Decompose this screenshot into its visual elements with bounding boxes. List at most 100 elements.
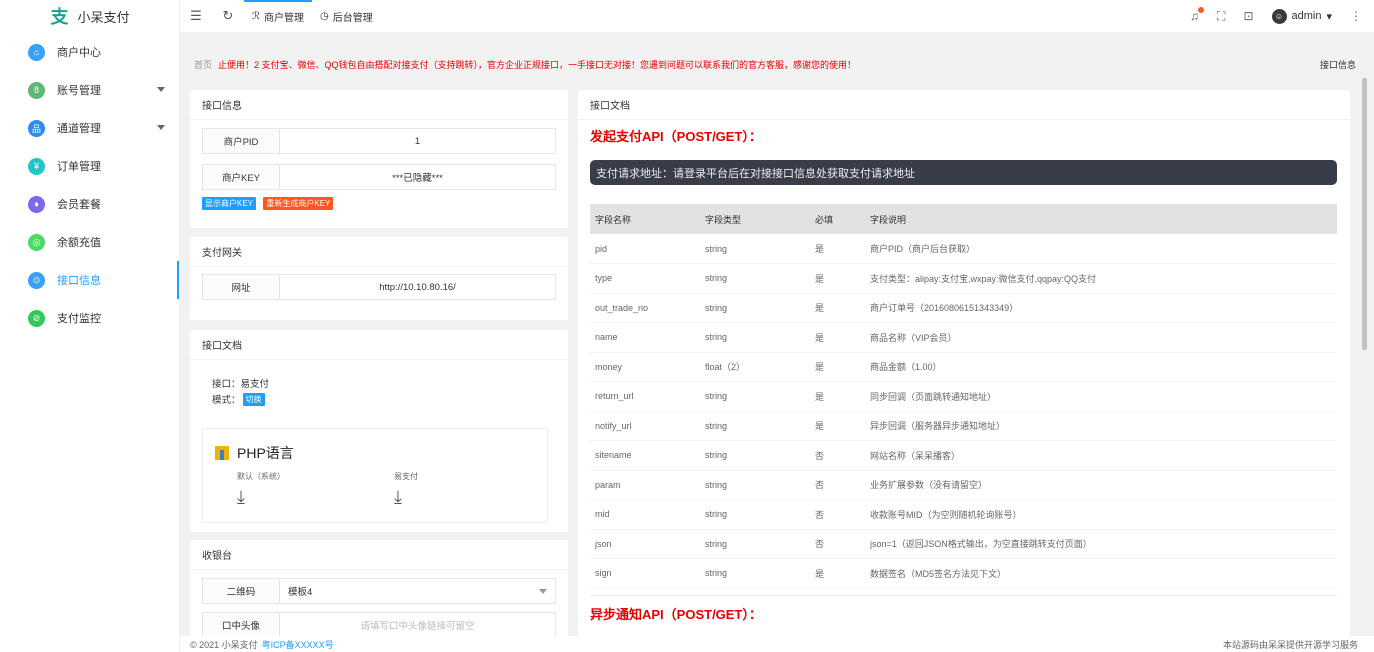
divider: [590, 595, 1337, 596]
gateway-title: 支付网关: [190, 237, 568, 267]
php-icon: [215, 446, 229, 460]
table-cell: 商品名称（VIP会员）: [865, 322, 1337, 353]
column-header: 字段说明: [865, 204, 1337, 234]
table-cell: 异步回调（服务器异步通知地址）: [865, 411, 1337, 441]
notification-dot: [1198, 7, 1205, 13]
sidebar-item-label: 商户中心: [57, 47, 101, 59]
gateway-url-value[interactable]: http://10.10.80.16/: [280, 275, 555, 299]
sidebar-item-2[interactable]: 品通道管理: [0, 109, 179, 147]
key-row: 商户KEY ***已隐藏***: [202, 164, 556, 190]
scrollbar-thumb[interactable]: [1362, 78, 1367, 350]
pid-value: 1: [414, 135, 421, 147]
logo[interactable]: 支 小呆支付: [0, 0, 179, 33]
table-row: mid string 否收款账号MID（为空则随机轮询账号）: [590, 499, 1337, 530]
monitor-icon: ⊘: [28, 309, 45, 327]
gateway-url-row: 网址 http://10.10.80.16/: [202, 274, 556, 300]
lock-icon[interactable]: ⊡: [1243, 9, 1253, 23]
table-cell: 是: [810, 263, 865, 294]
table-row: type string 是支付类型：alipay:支付宝,wxpay:微信支付,qq…: [590, 263, 1337, 294]
more-icon[interactable]: ⋮: [1350, 9, 1362, 23]
table-cell: 网站名称（呆呆播客）: [865, 440, 1337, 471]
topbar-actions: ♫ ⛶ ⊡ ☺ admin ▾ ⋮: [1190, 7, 1374, 24]
download-epay-icon[interactable]: ⤓: [394, 487, 402, 508]
sidebar-item-label: 支付监控: [57, 313, 101, 325]
table-cell: string: [700, 263, 810, 294]
icp-link[interactable]: 粤ICP备XXXXX号: [262, 638, 334, 651]
table-cell: 业务扩展参数（没有请留空）: [865, 470, 1337, 500]
table-cell: 否: [810, 440, 865, 471]
sidebar-item-6[interactable]: ⊙ 接口信息: [0, 261, 179, 299]
show-key-button[interactable]: 显示商户KEY: [202, 197, 257, 210]
sidebar-item-4[interactable]: ♦ 会员套餐: [0, 185, 179, 223]
table-cell: return_url: [590, 381, 700, 412]
table-row: param string 否业务扩展参数（没有请留空）: [590, 470, 1337, 500]
cashier-title: 收银台: [190, 540, 568, 570]
cashier-panel: 收银台 二维码 模板4 口中头像 请填写口中头像链接可留空: [190, 540, 568, 636]
mode-label: 模式：: [212, 395, 241, 406]
breadcrumb-home[interactable]: 首页: [194, 58, 212, 71]
key-actions: 显示商户KEY 重新生成商户KEY: [202, 195, 556, 210]
grid-icon: 品: [28, 119, 45, 137]
table-cell: 支付类型：alipay:支付宝,wxpay:微信支付,qqpay:QQ支付: [865, 263, 1337, 294]
chevron-down-icon: ▾: [1326, 10, 1332, 23]
download-default-icon[interactable]: ⤓: [237, 487, 245, 508]
sidebar-item-3[interactable]: ¥ 订单管理: [0, 147, 179, 185]
person-icon: ℛ: [252, 10, 260, 22]
sidebar-item-0[interactable]: ⌂ 商户中心: [0, 33, 179, 71]
table-cell: string: [700, 529, 810, 559]
sidebar-item-1[interactable]: 8 账号管理: [0, 71, 179, 109]
doc-left-title: 接口文档: [190, 330, 568, 360]
bell-icon[interactable]: ♫: [1190, 7, 1205, 23]
sidebar-nav: ⌂ 商户中心 8 账号管理品通道管理 ¥ 订单管理 ♦ 会员套餐 ◎ 余额充值 ⊙ 接口信息 ⊘ 支付监控: [0, 33, 179, 337]
fullscreen-icon[interactable]: ⛶: [1217, 9, 1225, 24]
avatar-label: 口中头像: [203, 613, 280, 636]
pid-row: 商户PID 1: [202, 128, 556, 154]
notice-text: 止便用！2 支付宝、微信、QQ钱包自由搭配对接支付（支持跳转），官方企业正规接口…: [218, 59, 857, 70]
table-cell: 否: [810, 499, 865, 530]
tab-admin-label: 后台管理: [332, 12, 373, 24]
avatar-input[interactable]: 请填写口中头像链接可留空: [280, 613, 555, 636]
switch-mode-button[interactable]: 切换: [242, 392, 265, 406]
table-cell: string: [700, 470, 810, 500]
table-cell: 是: [810, 558, 865, 589]
params-table: 字段名称 字段类型 必填 字段说明 pid string 是商户PID（商户后台获取） ty…: [590, 204, 1337, 589]
sidebar-item-label: 账号管理: [57, 85, 101, 97]
table-cell: string: [700, 381, 810, 412]
sidebar-item-5[interactable]: ◎ 余额充值: [0, 223, 179, 261]
sidebar-item-7[interactable]: ⊘ 支付监控: [0, 299, 179, 337]
tab-admin[interactable]: ◷ 后台管理: [312, 0, 381, 33]
sidebar: 支 小呆支付 ⌂ 商户中心 8 账号管理品通道管理 ¥ 订单管理 ♦ 会员套餐 ◎ 余额充值 ⊙ 接口…: [0, 0, 180, 652]
sidebar-item-label: 会员套餐: [57, 199, 101, 211]
api-info-title: 接口信息: [190, 90, 568, 120]
table-row: json string 否 json=1（返回JSON格式输出，为空直接跳转支付页面）: [590, 529, 1337, 559]
table-cell: sitename: [590, 440, 700, 471]
diamond-icon: ♦: [28, 195, 45, 213]
table-cell: 是: [810, 381, 865, 412]
qr-row: 二维码 模板4: [202, 578, 556, 604]
sidebar-item-label: 余额充值: [57, 237, 101, 249]
table-row: sitename string 否网站名称（呆呆播客）: [590, 440, 1337, 471]
refresh-icon[interactable]: ↻: [212, 8, 244, 24]
table-cell: 是: [810, 293, 865, 323]
user-menu[interactable]: ☺ admin ▾: [1271, 8, 1332, 24]
avatar-row: 口中头像 请填写口中头像链接可留空: [202, 612, 556, 636]
column-header: 字段名称: [590, 204, 700, 234]
api-info-panel: 接口信息 商户PID 1 商户KEY ***已隐藏*** 显示商户KEY 重新生…: [190, 90, 568, 228]
php-label: PHP语言: [237, 445, 294, 461]
download-epay-label: 易支付: [394, 472, 418, 481]
download-default-label: 默认（系统）: [237, 472, 285, 481]
regen-key-button[interactable]: 重新生成商户KEY: [263, 197, 334, 210]
username: admin: [1291, 10, 1322, 22]
table-row: return_url string 是同步回调（页面跳转通知地址）: [590, 381, 1337, 412]
tab-merchant[interactable]: ℛ 商户管理: [244, 0, 312, 33]
qr-template-select[interactable]: 模板4: [280, 579, 555, 603]
sidebar-item-label: 通道管理: [57, 123, 101, 135]
table-cell: string: [700, 558, 810, 589]
menu-toggle-icon[interactable]: ☰: [180, 8, 212, 24]
footer-right: 本站源码由呆呆提供开源学习服务: [1222, 639, 1358, 650]
notice-bar: 首页 止便用！2 支付宝、微信、QQ钱包自由搭配对接支付（支持跳转），官方企业正…: [180, 53, 1374, 75]
user-icon: 8: [28, 81, 45, 99]
table-cell: string: [700, 234, 810, 264]
pid-label: 商户PID: [203, 129, 280, 153]
table-cell: float（2）: [700, 352, 810, 382]
